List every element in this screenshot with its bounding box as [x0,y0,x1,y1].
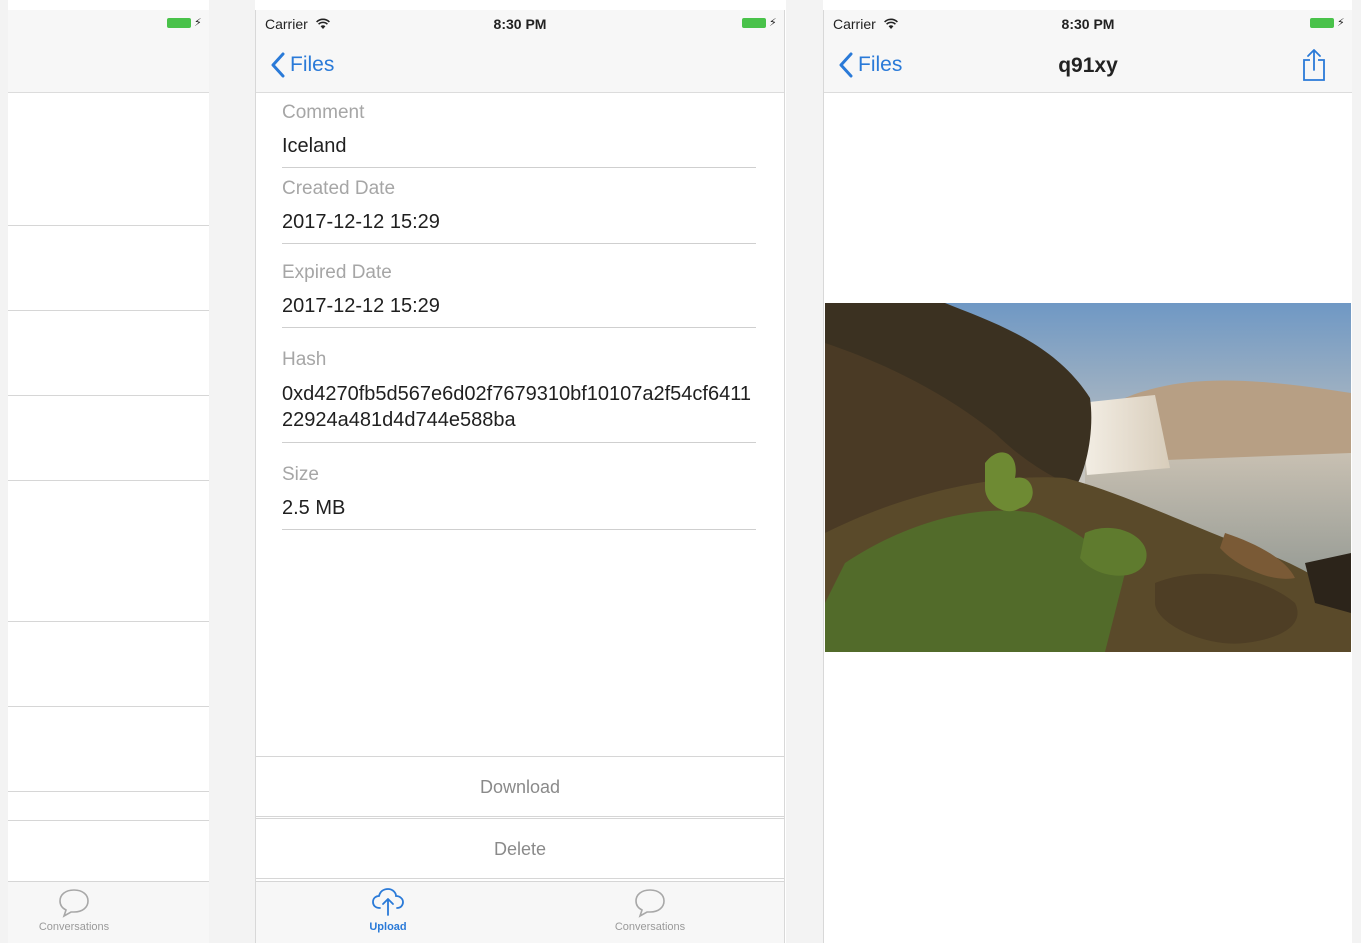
share-icon[interactable] [1300,48,1328,82]
download-button[interactable]: Download [256,756,784,817]
back-chevron-icon [271,52,285,78]
list-item[interactable] [8,481,209,622]
screen-gutter [786,0,823,943]
size-field: Size 2.5 MB [282,460,756,530]
delete-button[interactable]: Delete [256,818,784,879]
list-item[interactable] [8,94,209,226]
screen-gutter [209,0,255,943]
tab-conversations[interactable]: Conversations [14,886,134,933]
page-title: q91xy [1058,54,1118,77]
chat-bubble-icon [635,889,665,918]
field-value: 2.5 MB [282,497,346,519]
status-time: 8:30 PM [1061,16,1115,32]
battery-icon: ⚡ [1310,17,1345,29]
tab-label: Conversations [614,921,686,933]
list-item[interactable] [8,792,209,821]
upload-cloud-icon [372,888,404,916]
status-bar: ⚡ [8,10,209,38]
tab-conversations[interactable]: Conversations [590,886,710,933]
status-time: 8:30 PM [493,16,547,32]
screen-gutter [1352,0,1361,943]
field-value: Iceland [282,135,347,157]
tab-label: Conversations [38,921,110,933]
list-item[interactable] [8,226,209,311]
back-label: Files [290,53,335,76]
list-item[interactable] [8,707,209,792]
field-value: 2017-12-12 15:29 [282,211,440,233]
nav-bar [8,38,209,93]
list-item[interactable] [8,311,209,396]
nav-bar: Files q91xy [824,38,1352,93]
tab-bar: Conversations [8,881,209,943]
field-label: Expired Date [282,262,392,283]
file-detail-screen: Carrier 8:30 PM ⚡ Files Comment Iceland … [255,10,785,943]
field-value: 2017-12-12 15:29 [282,295,440,317]
chat-bubble-icon [59,889,89,918]
list-item[interactable] [8,622,209,707]
expired-date-field: Expired Date 2017-12-12 15:29 [282,258,756,328]
field-label: Comment [282,102,365,123]
screen-gutter [0,0,8,943]
created-date-field: Created Date 2017-12-12 15:29 [282,174,756,244]
status-bar: Carrier 8:30 PM ⚡ [256,10,784,38]
field-label: Hash [282,349,327,370]
file-preview-screen: Carrier 8:30 PM ⚡ Files q91xy [823,10,1352,943]
files-list-screen: ⚡ Conversations [8,10,209,943]
tab-label: Upload [369,921,407,933]
status-bar: Carrier 8:30 PM ⚡ [824,10,1352,38]
tab-bar: Upload Conversations [256,881,784,943]
field-label: Created Date [282,178,396,199]
battery-icon: ⚡ [742,17,777,29]
list-item[interactable] [8,396,209,481]
field-value: 0xd4270fb5d567e6d02f7679310bf10107a2f54c… [282,383,751,431]
hash-field: Hash 0xd4270fb5d567e6d02f7679310bf10107a… [282,345,756,443]
back-button[interactable]: Files [270,50,334,80]
comment-field: Comment Iceland [282,98,756,168]
tab-upload[interactable]: Upload [328,886,448,933]
battery-icon: ⚡ [167,17,202,29]
waterfall-photo [825,303,1351,652]
nav-bar: Files [256,38,784,93]
field-label: Size [282,464,319,485]
